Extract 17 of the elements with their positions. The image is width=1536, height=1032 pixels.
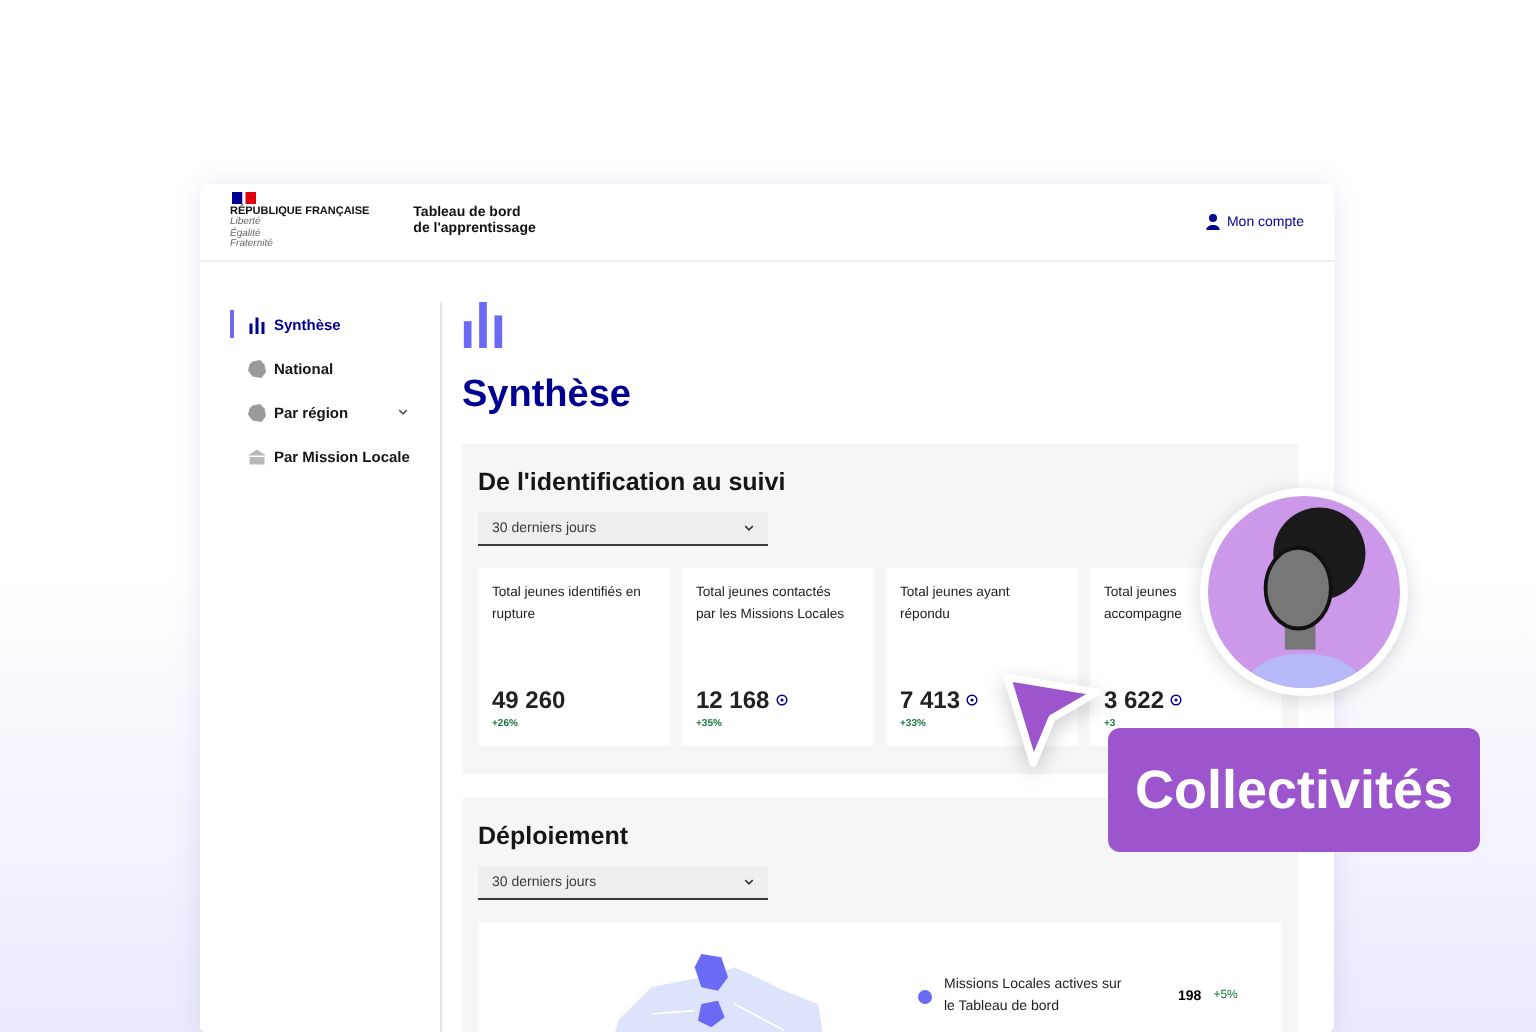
bar-chart-icon bbox=[462, 302, 504, 348]
stat-value: 12 168 bbox=[696, 686, 770, 714]
section-title: Déploiement bbox=[478, 822, 631, 850]
chevron-icon bbox=[744, 878, 754, 886]
chevron-icon bbox=[744, 524, 754, 532]
flag-icon bbox=[230, 192, 258, 205]
page-title: Synthèse bbox=[462, 374, 633, 418]
building-icon bbox=[248, 447, 266, 465]
map-icon bbox=[248, 359, 266, 377]
stat-value: 49 260 bbox=[492, 686, 566, 714]
stat-value: 7 413 bbox=[900, 686, 961, 714]
user-icon bbox=[1206, 214, 1221, 230]
stat-value: 3 622 bbox=[1104, 686, 1165, 714]
category-label: Collectivités bbox=[1108, 728, 1480, 852]
map-icon bbox=[248, 403, 266, 421]
section-title: De l'identification au suivi bbox=[478, 468, 788, 496]
bar-chart-icon bbox=[248, 315, 266, 333]
